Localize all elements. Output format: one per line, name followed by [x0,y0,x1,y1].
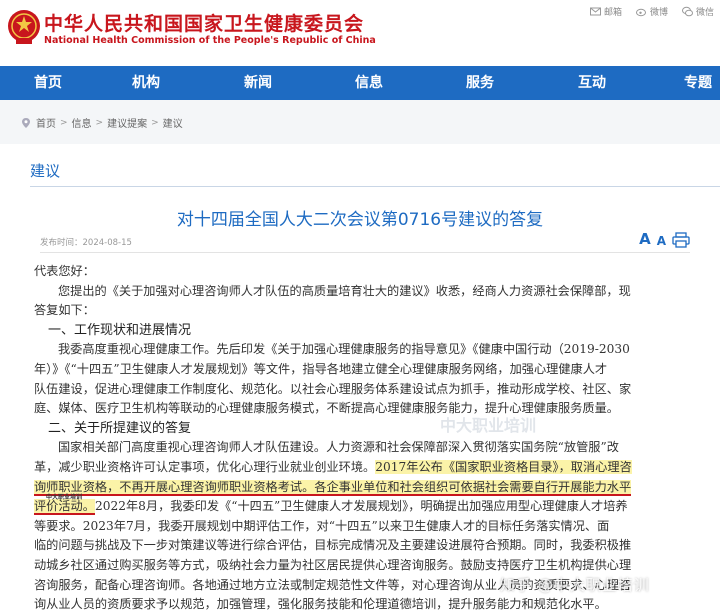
paragraph-line: 革，减少职业资格许可认定事项，优化心理行业就业创业环境。2017年公布《国家职业… [34,458,694,478]
national-emblem-icon[interactable] [6,8,42,46]
nav-item-organization[interactable]: 机构 [132,66,160,100]
mail-link[interactable]: 邮箱 [589,5,622,18]
font-increase-button[interactable]: A [639,230,651,248]
article-tools: A A [639,230,690,248]
salutation: 代表您好： [34,264,95,278]
nav-item-interaction[interactable]: 互动 [578,66,606,100]
weibo-icon [635,8,646,17]
paragraph-line: 庭、媒体、医疗卫生机构等联动的心理健康服务模式，不断提高心理健康服务能力，提升心… [34,401,619,416]
breadcrumb-suggestion[interactable]: 建议 [163,115,183,130]
breadcrumb: 首页 > 信息 > 建议提案 > 建议 [20,115,183,130]
overlay-stamp: 中大职业培训 [46,494,83,501]
paragraph-line: 国家相关部门高度重视心理咨询师人才队伍建设。人力资源和社会保障部深入贯彻落实国务… [58,440,619,455]
breadcrumb-proposals[interactable]: 建议提案 [107,115,147,130]
paragraph-line: 询从业人员的资质要求予以规范，加强管理，强化服务技能和伦理道德培训，提升服务能力… [34,597,607,612]
highlighted-text: 各企事业单位和社会组织可依据社会需要自行开展能力水平 [314,479,632,496]
site-header: 中华人民共和国国家卫生健康委员会 National Health Commiss… [0,0,720,66]
breadcrumb-separator: > [151,117,159,128]
nav-item-home[interactable]: 首页 [34,66,62,100]
paragraph-line: 询师职业资格，不再开展心理咨询师职业资格考试。各企事业单位和社会组织可依据社会需… [34,478,694,498]
wechat-icon [681,6,693,17]
paragraph-line: 评价活动。2022年8月，我委印发《“十四五”卫生健康人才发展规划》，明确提出加… [34,497,694,517]
paragraph-line: 年）》《“十四五”卫生健康人才发展规划》等文件，指导各地建立健全心理健康服务网络… [34,361,608,376]
paragraph-text: 2022年8月，我委印发《“十四五”卫生健康人才发展规划》，明确提出加强应用型心… [94,499,628,514]
section-title: 建议 [30,162,61,180]
highlighted-text: 2017年公布《国家职业资格目录》，取消心理咨 [375,459,632,474]
paragraph-line: 队伍建设，促进心理健康工作制度化、规范化。以社会心理服务体系建设试点为抓手，推动… [34,381,632,396]
paragraph-line: 临的问题与挑战及下一步对策建议等进行综合评估，目标完成情况及主要建设进展符合预期… [34,538,632,553]
nav-item-service[interactable]: 服务 [466,66,494,100]
site-name-en: National Health Commission of the People… [44,35,376,46]
location-pin-icon [22,117,30,128]
breadcrumb-info[interactable]: 信息 [72,115,92,130]
mail-link-label: 邮箱 [603,8,622,18]
font-decrease-button[interactable]: A [657,234,666,248]
highlighted-text: 评价活动。 [34,499,95,516]
paragraph-line: 等要求。2023年7月，我委开展规划中期评估工作，对“十四五”以来卫生健康人才的… [34,518,610,533]
wechat-link-label: 微信 [695,8,714,18]
mail-icon [589,7,601,16]
breadcrumb-home[interactable]: 首页 [36,115,56,130]
paragraph-line: 我委高度重视心理健康工作。先后印发《关于加强心理健康服务的指导意见》《健康中国行… [58,342,630,357]
main-nav: 首页 机构 新闻 信息 服务 互动 专题 [0,66,720,100]
breadcrumb-separator: > [95,117,104,128]
publish-date: 发布时间：2024-08-15 [40,238,132,248]
section-heading: 二、关于所提建议的答复 [48,420,192,436]
site-name-cn[interactable]: 中华人民共和国国家卫生健康委员会 [44,9,364,36]
section-heading: 一、工作现状和进展情况 [48,322,192,338]
weibo-link[interactable]: 微博 [635,5,668,18]
section-divider [30,186,720,187]
nav-item-info[interactable]: 信息 [355,66,383,100]
print-icon[interactable] [672,232,690,248]
nav-item-news[interactable]: 新闻 [244,66,272,100]
article-divider [40,252,690,253]
breadcrumb-bar: 首页 > 信息 > 建议提案 > 建议 [0,100,720,144]
paragraph-line: 动城乡社区通过购买服务等方式，吸纳社会力量为社区居民提供心理咨询服务。鼓励支持医… [34,557,632,572]
zhihu-watermark: 知乎 @中大职业培训 [500,576,650,594]
article-title: 对十四届全国人大二次会议第0716号建议的答复 [176,210,544,230]
nav-item-topics[interactable]: 专题 [684,66,712,100]
breadcrumb-separator: > [60,117,68,128]
paragraph-text: 革，减少职业资格许可认定事项，优化心理行业就业创业环境。 [34,459,376,474]
top-links: 邮箱 微博 微信 [589,5,714,18]
paragraph-line: 您提出的《关于加强对心理咨询师人才队伍的高质量培育壮大的建议》收悉，经商人力资源… [58,283,631,298]
watermark: 中大职业培训 [440,416,537,435]
article-body: 代表您好： 您提出的《关于加强对心理咨询师人才队伍的高质量培育壮大的建议》收悉，… [34,262,694,613]
weibo-link-label: 微博 [649,8,668,18]
paragraph-line: 答复如下： [34,303,95,318]
wechat-link[interactable]: 微信 [681,5,714,18]
